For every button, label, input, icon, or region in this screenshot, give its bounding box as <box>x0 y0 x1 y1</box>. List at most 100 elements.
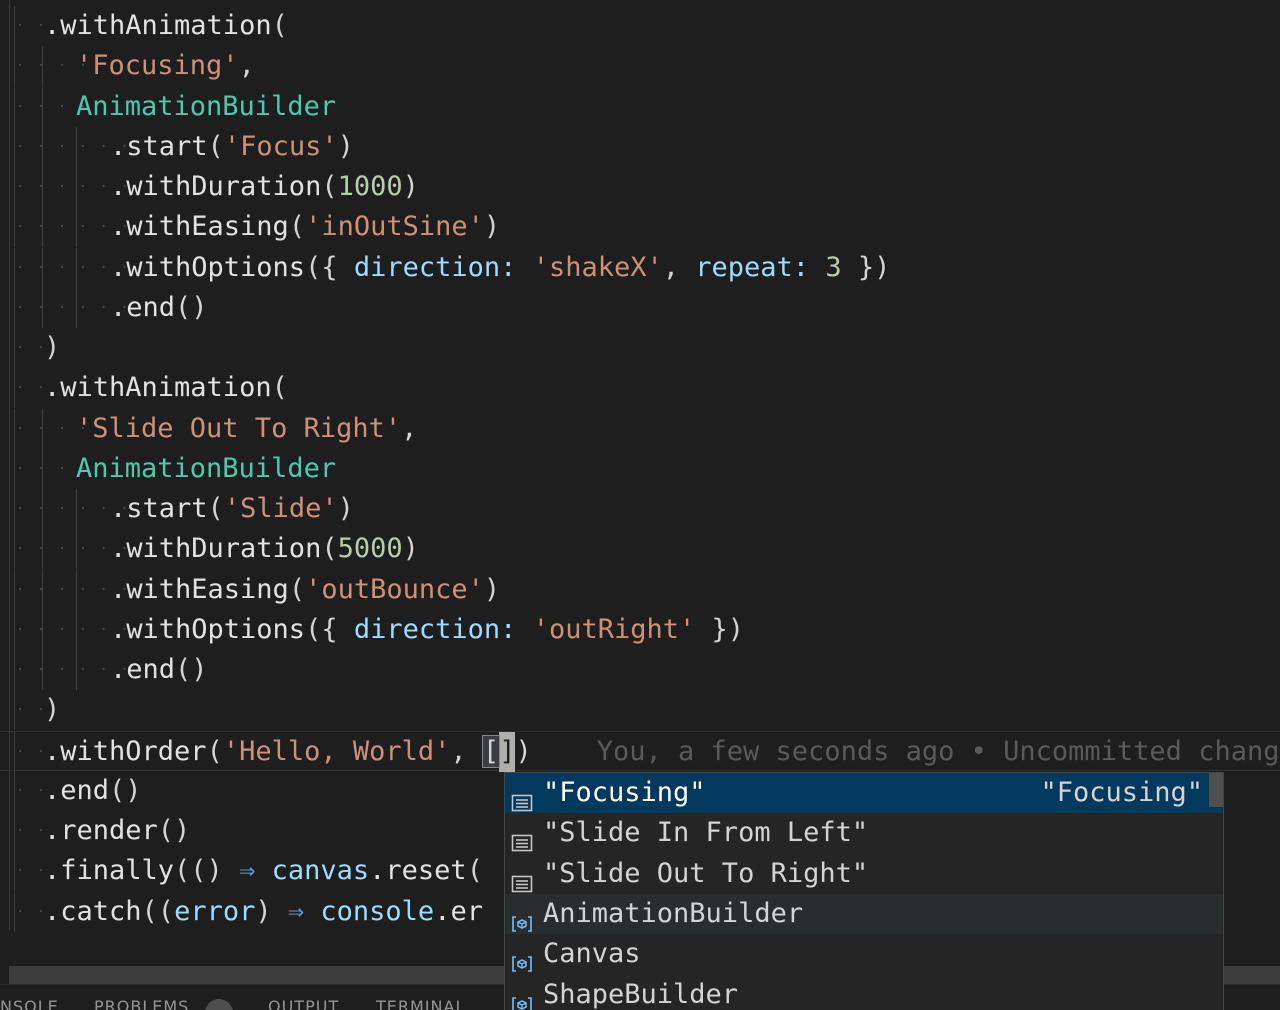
code-token: repeat <box>695 251 793 283</box>
code-content: ) <box>44 690 60 730</box>
code-line[interactable]: · · · · 'Focusing', <box>0 46 1280 87</box>
code-line[interactable]: · · · · · · .start('Slide') <box>0 489 1280 529</box>
code-token: 'inOutSine' <box>305 211 484 243</box>
code-token: ⇒ <box>239 855 256 887</box>
code-line[interactable]: · · · · · · .withOptions({ direction: 'ou… <box>0 609 1280 650</box>
code-token: .withOptions <box>110 613 306 645</box>
code-content: .withOrder('Hello, World', []) You, a fe… <box>44 731 1280 772</box>
code-line[interactable]: · · · · · · .start('Focus') <box>0 126 1280 167</box>
text-icon <box>511 824 533 852</box>
code-token: }) <box>841 251 891 283</box>
code-token: canvas <box>271 855 370 887</box>
code-content: .withOptions({ direction: 'outRight' }) <box>110 610 744 650</box>
code-token: ( <box>271 372 288 404</box>
code-line[interactable]: · · · · · · .end() <box>0 287 1280 328</box>
code-content: .withDuration(1000) <box>110 167 419 207</box>
indent-guide <box>14 287 15 328</box>
code-content: 'Slide Out To Right', <box>76 409 417 449</box>
suggestion-item[interactable]: "Slide In From Left" <box>505 813 1223 853</box>
code-token: 'outRight' <box>532 613 696 645</box>
suggestion-item[interactable]: ShapeBuilder <box>505 975 1223 1010</box>
code-token: 3 <box>825 251 842 283</box>
code-content: .withDuration(5000) <box>110 529 419 569</box>
code-token: direction <box>353 613 501 645</box>
code-token: ) <box>255 895 288 927</box>
code-line[interactable]: · · · · · · .end() <box>0 650 1280 690</box>
code-token: (( <box>141 895 175 927</box>
code-line[interactable]: · · · · 'Slide Out To Right', <box>0 408 1280 449</box>
code-line[interactable]: · · · · AnimationBuilder <box>0 86 1280 127</box>
code-content: AnimationBuilder <box>76 87 336 127</box>
code-content: ) <box>44 328 60 368</box>
whitespace-markers: · · <box>16 823 48 839</box>
code-token: 'Focus' <box>223 130 338 162</box>
code-token: .end <box>44 774 110 806</box>
indent-guide <box>14 126 15 167</box>
whitespace-markers: · · <box>16 380 48 397</box>
text-icon <box>511 865 533 892</box>
code-token: .end <box>110 291 176 323</box>
code-line[interactable]: · · · · · · .withDuration(5000) <box>0 529 1280 570</box>
code-line-current[interactable]: · · .withOrder('Hello, World', []) You, a… <box>0 730 1280 772</box>
indent-guide <box>14 167 15 207</box>
code-token: ( <box>466 855 483 887</box>
code-token: .withAnimation <box>44 372 272 404</box>
whitespace-markers: · · <box>16 903 48 920</box>
indent-guide <box>14 328 15 368</box>
code-token: ( <box>207 130 224 162</box>
code-token: console <box>320 895 435 927</box>
tab-output[interactable]: OUTPUT <box>268 997 339 1010</box>
bracket-match: [ <box>481 734 501 768</box>
suggestion-scrollbar[interactable] <box>1209 773 1223 807</box>
code-line[interactable]: · · .withAnimation( <box>0 368 1280 409</box>
code-token: ({ <box>305 251 354 283</box>
suggestion-label: AnimationBuilder <box>543 897 804 929</box>
code-token: ) <box>337 130 354 162</box>
code-line[interactable]: · · · · · · .withEasing('inOutSine') <box>0 207 1280 248</box>
suggestion-item[interactable]: AnimationBuilder <box>505 893 1223 934</box>
indent-guide <box>14 368 15 409</box>
tab-console[interactable]: NSOLE <box>0 997 59 1010</box>
code-token: 5000 <box>337 533 403 565</box>
code-token: 'Slide Out To Right' <box>76 412 402 444</box>
tab-terminal[interactable]: TERMINAL <box>376 997 465 1010</box>
suggestion-item[interactable]: "Slide Out To Right" <box>505 854 1223 894</box>
code-token: 'outBounce' <box>305 573 484 605</box>
indent-guide <box>14 891 15 932</box>
code-token: ) <box>44 694 61 726</box>
indent-guide <box>14 731 15 772</box>
code-content: .render() <box>44 811 190 851</box>
code-line[interactable]: · · · · · · .withOptions({ direction: 'sh… <box>0 247 1280 288</box>
code-content: .end() <box>110 650 208 690</box>
whitespace-markers: · · <box>16 743 48 760</box>
suggestion-item[interactable]: Canvas <box>505 934 1223 974</box>
code-token: 'Focusing' <box>76 50 239 82</box>
indent-guide <box>14 86 15 127</box>
code-line[interactable]: · · · · · · .withEasing('outBounce') <box>0 569 1280 610</box>
code-content: .start('Focus') <box>110 127 354 167</box>
code-token: AnimationBuilder <box>76 90 337 122</box>
suggestion-item[interactable]: "Focusing" "Focusing" <box>505 773 1223 813</box>
code-token: ) <box>483 573 501 605</box>
whitespace-markers: · · <box>16 702 48 719</box>
indent-guide <box>14 207 15 248</box>
code-line[interactable]: · · · · · · .withDuration(1000) <box>0 167 1280 207</box>
code-line[interactable]: · ·) <box>0 690 1280 731</box>
code-line[interactable]: · · · · AnimationBuilder <box>0 448 1280 489</box>
tab-problems[interactable]: PROBLEMS <box>94 997 189 1010</box>
code-content: .withEasing('inOutSine') <box>110 207 500 247</box>
code-line[interactable]: · · .withAnimation( <box>0 6 1280 46</box>
code-token: ) <box>402 171 419 202</box>
code-content: .withOptions({ direction: 'shakeX', repe… <box>110 248 890 288</box>
code-line[interactable]: · ·) <box>0 328 1280 368</box>
suggestion-label: Canvas <box>543 938 641 970</box>
indent-guide <box>14 247 15 288</box>
indent-guide <box>14 811 15 851</box>
indent-guide <box>14 489 15 529</box>
variable-icon <box>511 945 533 972</box>
code-token: }) <box>695 613 745 645</box>
code-token: ) <box>337 493 354 524</box>
suggestion-label: "Slide In From Left" <box>543 817 869 849</box>
